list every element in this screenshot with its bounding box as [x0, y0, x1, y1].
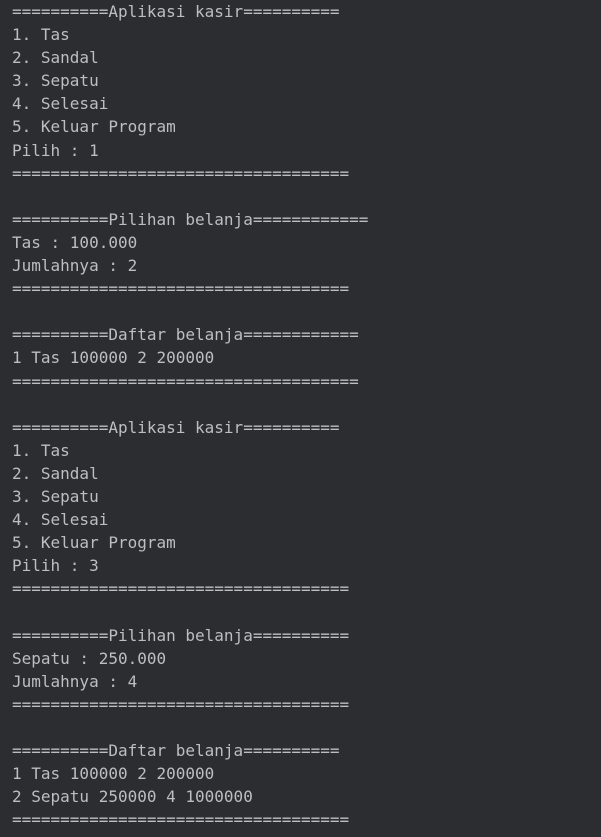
menu-item-sepatu: 3. Sepatu: [12, 71, 99, 91]
quantity-prompt: Jumlahnya : 2: [12, 256, 138, 276]
separator: ===================================: [12, 579, 350, 599]
menu-header: ==========Aplikasi kasir==========: [12, 2, 340, 21]
purchase-header: ==========Pilihan belanja============: [12, 209, 369, 229]
item-price: Tas : 100.000: [12, 232, 138, 252]
item-price: Sepatu : 250.000: [12, 648, 167, 668]
separator: ===================================: [12, 279, 350, 299]
menu-item-selesai: 4. Selesai: [12, 510, 109, 530]
cart-header: ==========Daftar belanja==========: [12, 741, 340, 760]
purchase-header: ==========Pilihan belanja==========: [12, 625, 350, 645]
menu-item-sandal: 2. Sandal: [12, 463, 99, 483]
separator: ===================================: [12, 810, 350, 830]
choice-prompt: Pilih : 3: [12, 556, 99, 576]
menu-item-keluar: 5. Keluar Program: [12, 117, 176, 137]
menu-item-selesai: 4. Selesai: [12, 94, 109, 114]
menu-item-tas: 1. Tas: [12, 440, 70, 460]
cart-header: ==========Daftar belanja============: [12, 325, 359, 345]
separator: ===================================: [12, 694, 350, 714]
choice-prompt: Pilih : 1: [12, 140, 99, 160]
separator: ====================================: [12, 371, 359, 391]
menu-item-sandal: 2. Sandal: [12, 48, 99, 68]
menu-item-sepatu: 3. Sepatu: [12, 486, 99, 506]
cart-row: 1 Tas 100000 2 200000: [12, 764, 215, 784]
cart-row: 1 Tas 100000 2 200000: [12, 348, 215, 368]
console-output: ==========Aplikasi kasir========== 1. Ta…: [0, 0, 601, 837]
menu-header: ==========Aplikasi kasir==========: [12, 417, 340, 437]
cart-row: 2 Sepatu 250000 4 1000000: [12, 787, 253, 807]
menu-item-keluar: 5. Keluar Program: [12, 533, 176, 553]
quantity-prompt: Jumlahnya : 4: [12, 671, 138, 691]
menu-item-tas: 1. Tas: [12, 25, 70, 45]
separator: ===================================: [12, 163, 350, 183]
